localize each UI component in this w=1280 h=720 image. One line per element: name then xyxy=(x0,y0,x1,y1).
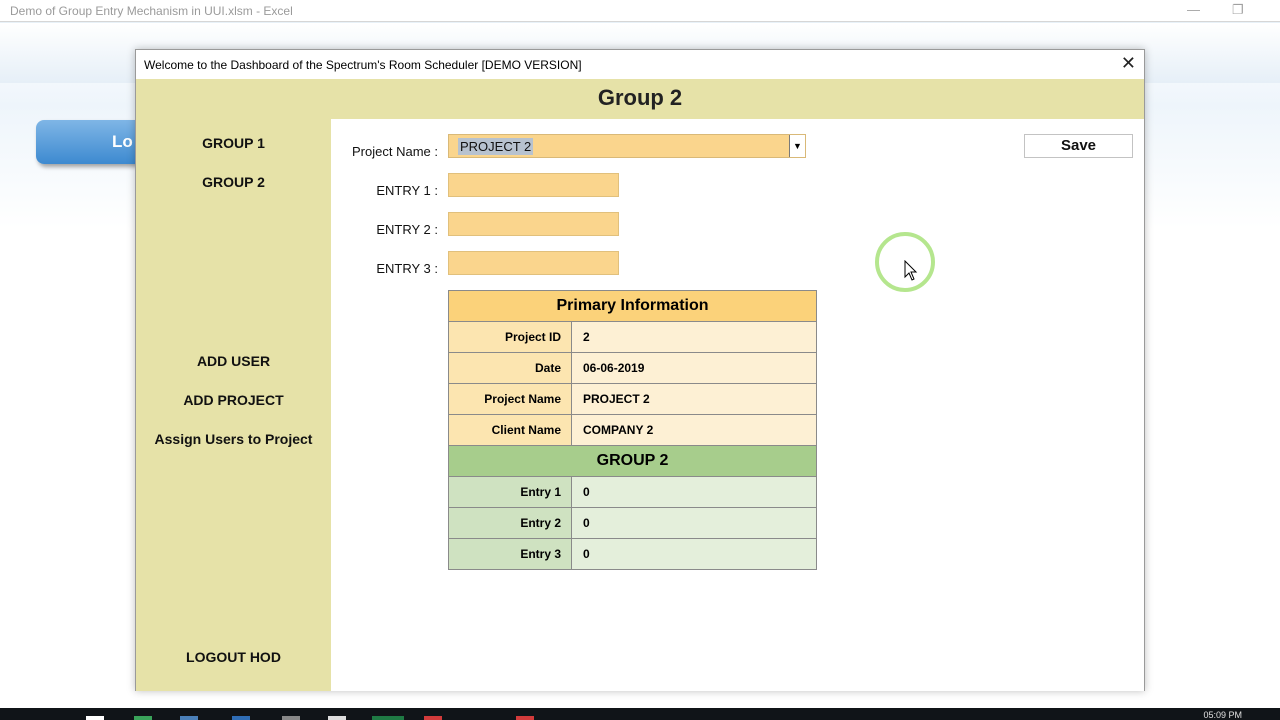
taskbar-app-icon[interactable] xyxy=(424,716,442,720)
info-table: Primary Information Project ID 2 Date 06… xyxy=(448,290,817,570)
table-cell-value: 0 xyxy=(571,476,817,508)
entry-3-input[interactable] xyxy=(448,251,619,275)
login-button-label: Lo xyxy=(112,132,133,151)
save-button[interactable]: Save xyxy=(1024,134,1133,158)
table-row: Primary Information xyxy=(448,290,817,322)
table-cell-value: 0 xyxy=(571,538,817,570)
entry-1-label: ENTRY 1 : xyxy=(376,183,438,198)
sidebar-item-group-2[interactable]: GROUP 2 xyxy=(136,174,331,190)
taskbar-app-icon[interactable] xyxy=(134,716,152,720)
table-cell-key: Entry 1 xyxy=(448,476,572,508)
sidebar-item-add-project[interactable]: ADD PROJECT xyxy=(136,392,331,408)
primary-info-header: Primary Information xyxy=(448,290,817,322)
dialog-titlebar: Welcome to the Dashboard of the Spectrum… xyxy=(136,50,1144,79)
taskbar-app-icon[interactable] xyxy=(180,716,198,720)
mouse-cursor-icon xyxy=(904,260,918,281)
excel-titlebar: Demo of Group Entry Mechanism in UUI.xls… xyxy=(0,0,1280,22)
taskbar-excel-icon[interactable] xyxy=(372,716,404,720)
taskbar-app-icon[interactable] xyxy=(232,716,250,720)
table-row: Client Name COMPANY 2 xyxy=(448,414,817,446)
table-cell-value: 0 xyxy=(571,507,817,539)
group-info-header: GROUP 2 xyxy=(448,445,817,477)
table-cell-key: Project Name xyxy=(448,383,572,415)
table-cell-value: PROJECT 2 xyxy=(571,383,817,415)
project-name-label: Project Name : xyxy=(352,144,438,159)
sidebar-item-group-1[interactable]: GROUP 1 xyxy=(136,135,331,151)
chevron-down-icon[interactable]: ▼ xyxy=(789,135,805,157)
close-icon[interactable]: ✕ xyxy=(1121,53,1136,74)
dashboard-dialog: Welcome to the Dashboard of the Spectrum… xyxy=(135,49,1145,691)
excel-window-title: Demo of Group Entry Mechanism in UUI.xls… xyxy=(10,4,293,18)
page-title: Group 2 xyxy=(597,85,683,110)
table-row: Date 06-06-2019 xyxy=(448,352,817,384)
restore-icon[interactable]: ❐ xyxy=(1232,2,1244,18)
table-cell-key: Client Name xyxy=(448,414,572,446)
taskbar-app-icon[interactable] xyxy=(282,716,300,720)
table-row: Project Name PROJECT 2 xyxy=(448,383,817,415)
entry-1-input[interactable] xyxy=(448,173,619,197)
table-cell-key: Date xyxy=(448,352,572,384)
sidebar: GROUP 1 GROUP 2 ADD USER ADD PROJECT Ass… xyxy=(136,119,331,691)
dialog-title: Welcome to the Dashboard of the Spectrum… xyxy=(144,58,582,72)
table-cell-key: Project ID xyxy=(448,321,572,353)
entry-2-label: ENTRY 2 : xyxy=(376,222,438,237)
taskbar-app-icon[interactable] xyxy=(86,716,104,720)
table-row: Project ID 2 xyxy=(448,321,817,353)
taskbar-app-icon[interactable] xyxy=(328,716,346,720)
project-name-selected-value: PROJECT 2 xyxy=(458,138,534,155)
table-cell-key: Entry 2 xyxy=(448,507,572,539)
minimize-icon[interactable]: — xyxy=(1187,2,1200,17)
sidebar-item-add-user[interactable]: ADD USER xyxy=(136,353,331,369)
sidebar-item-logout[interactable]: LOGOUT HOD xyxy=(136,649,331,665)
table-row: Entry 2 0 xyxy=(448,507,817,539)
project-name-select[interactable]: PROJECT 2 ▼ xyxy=(448,134,806,158)
entry-2-input[interactable] xyxy=(448,212,619,236)
table-row: GROUP 2 xyxy=(448,445,817,477)
taskbar-clock: 05:09 PM xyxy=(1203,710,1242,720)
main-content: Project Name : PROJECT 2 ▼ ENTRY 1 : ENT… xyxy=(331,119,1144,691)
header-band: Group 2 xyxy=(136,79,1144,119)
taskbar-app-icon[interactable] xyxy=(516,716,534,720)
table-row: Entry 1 0 xyxy=(448,476,817,508)
table-cell-value: 06-06-2019 xyxy=(571,352,817,384)
sidebar-item-assign-users[interactable]: Assign Users to Project xyxy=(136,431,331,447)
table-row: Entry 3 0 xyxy=(448,538,817,570)
table-cell-value: 2 xyxy=(571,321,817,353)
table-cell-value: COMPANY 2 xyxy=(571,414,817,446)
entry-3-label: ENTRY 3 : xyxy=(376,261,438,276)
table-cell-key: Entry 3 xyxy=(448,538,572,570)
